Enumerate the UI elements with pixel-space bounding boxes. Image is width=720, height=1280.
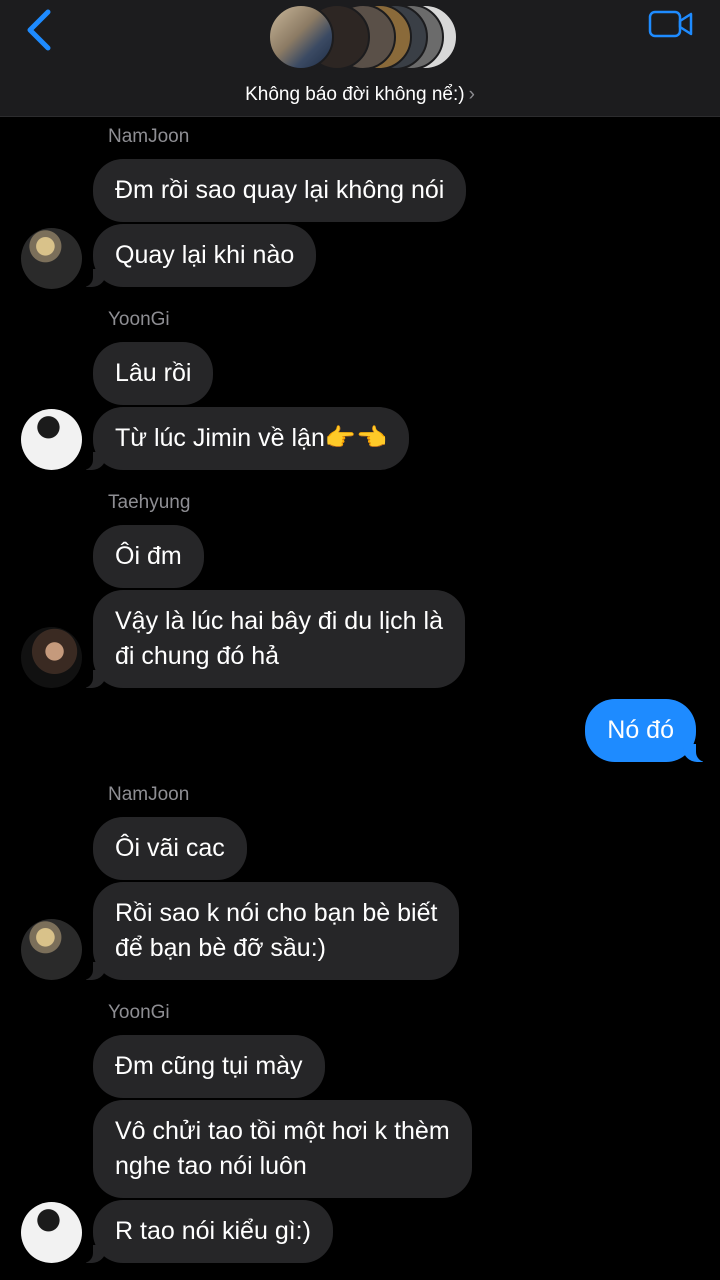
message-bubble[interactable]: Đm cũng tụi mày <box>93 1035 325 1098</box>
sender-name: NamJoon <box>108 784 190 805</box>
message-bubble[interactable]: R tao nói kiểu gì:) <box>81 1200 333 1263</box>
video-call-button[interactable] <box>648 8 694 40</box>
outgoing-message-bubble[interactable]: Nó đó <box>585 699 708 762</box>
chevron-right-icon: › <box>468 84 475 105</box>
chevron-left-icon <box>27 9 51 51</box>
group-name: Không báo đời không nể:) <box>245 84 465 105</box>
group-member-avatar <box>268 4 334 70</box>
message-bubble[interactable]: Đm rồi sao quay lại không nói <box>93 159 467 222</box>
message-bubble[interactable]: Quay lại khi nào <box>80 224 317 287</box>
message-bubble[interactable]: Ôi vãi cac <box>93 817 247 880</box>
avatar[interactable] <box>21 228 82 289</box>
chat-header: Không báo đời không nể:) › <box>0 0 720 117</box>
sender-name: YoonGi <box>108 1002 170 1023</box>
video-camera-icon <box>648 10 693 38</box>
avatar[interactable] <box>21 1202 82 1263</box>
avatar[interactable] <box>21 919 82 980</box>
message-bubble[interactable]: Ôi đm <box>93 525 204 588</box>
sender-name: YoonGi <box>108 309 170 330</box>
group-name-link[interactable]: Không báo đời không nể:) › <box>0 84 720 106</box>
message-bubble[interactable]: Vậy là lúc hai bây đi du lịch là đi chun… <box>81 590 465 688</box>
group-avatar-stack[interactable] <box>268 4 458 74</box>
avatar[interactable] <box>21 409 82 470</box>
back-button[interactable] <box>20 8 60 52</box>
message-bubble[interactable]: Lâu rồi <box>93 342 214 405</box>
message-bubble[interactable]: Rồi sao k nói cho bạn bè biết để bạn bè … <box>80 882 460 980</box>
message-bubble[interactable]: Vô chửi tao tồi một hơi k thèm nghe tao … <box>93 1100 472 1198</box>
avatar[interactable] <box>21 627 82 688</box>
sender-name: NamJoon <box>108 126 190 147</box>
message-bubble[interactable]: Từ lúc Jimin về lận👉👈 <box>80 407 410 470</box>
sender-name: Taehyung <box>108 492 191 513</box>
